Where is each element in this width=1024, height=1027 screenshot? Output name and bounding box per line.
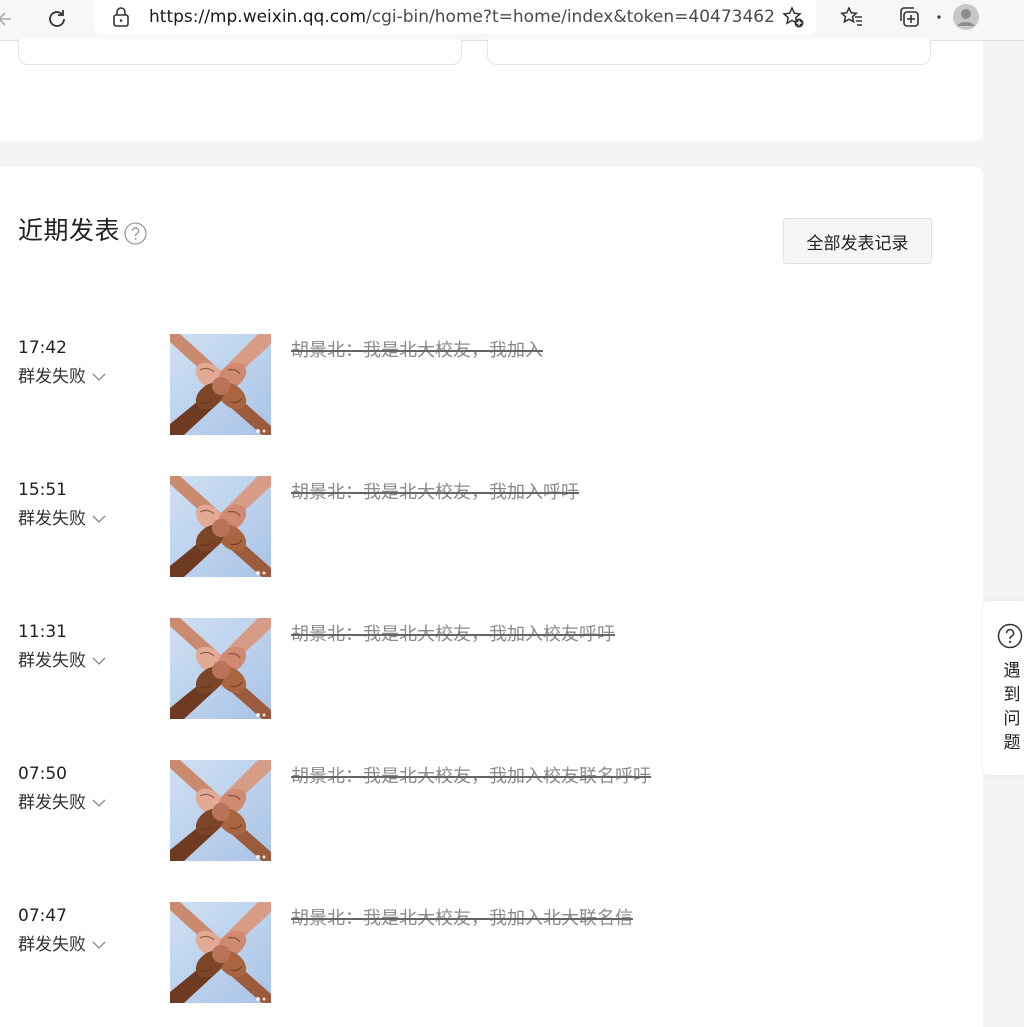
hands-image-icon <box>170 902 271 1003</box>
question-help-icon[interactable] <box>124 222 147 245</box>
post-thumbnail[interactable] <box>170 902 271 1003</box>
post-status-label: 群发失败 <box>18 509 86 529</box>
chevron-down-icon <box>92 940 106 950</box>
post-time: 15:51 <box>18 480 67 500</box>
side-help-widget[interactable]: 遇到问题 <box>983 601 1024 775</box>
post-thumbnail[interactable] <box>170 760 271 861</box>
lock-icon[interactable] <box>110 6 132 28</box>
post-status-label: 群发失败 <box>18 651 86 671</box>
favorites-icon[interactable] <box>838 3 866 31</box>
question-icon <box>997 623 1023 649</box>
hands-image-icon <box>170 476 271 577</box>
post-time: 11:31 <box>18 622 67 642</box>
url-path: /cgi-bin/home?t=home/index&token=4047346… <box>366 7 774 27</box>
back-arrow-icon[interactable] <box>0 4 22 34</box>
post-status-label: 群发失败 <box>18 367 86 387</box>
post-thumbnail[interactable] <box>170 476 271 577</box>
post-thumbnail[interactable] <box>170 334 271 435</box>
section-title: 近期发表 <box>18 216 121 245</box>
chevron-down-icon <box>92 514 106 524</box>
side-help-label: 遇到问题 <box>1003 661 1021 753</box>
url-text[interactable]: https://mp.weixin.qq.com/cgi-bin/home?t=… <box>149 6 774 28</box>
stat-card-left <box>18 39 462 65</box>
chevron-down-icon <box>92 656 106 666</box>
post-status-label: 群发失败 <box>18 935 86 955</box>
post-title[interactable]: 胡景北：我是北大校友，我加入 <box>291 339 543 363</box>
post-title[interactable]: 胡景北：我是北大校友，我加入呼吁 <box>291 481 579 505</box>
post-row-3: 11:31 群发失败 胡景北：我是北大校友，我加入校友呼吁 <box>0 618 983 728</box>
post-status-label: 群发失败 <box>18 793 86 813</box>
hands-image-icon <box>170 334 271 435</box>
all-records-button[interactable]: 全部发表记录 <box>783 218 932 264</box>
post-status-dropdown[interactable]: 群发失败 <box>18 650 106 672</box>
post-row-2: 15:51 群发失败 胡景北：我是北大校友，我加入呼吁 <box>0 476 983 586</box>
stat-card-right <box>487 39 931 65</box>
more-icon[interactable] <box>925 3 953 31</box>
chevron-down-icon <box>92 372 106 382</box>
hands-image-icon <box>170 760 271 861</box>
overview-panel <box>0 39 983 141</box>
collections-icon[interactable] <box>895 3 923 31</box>
post-title[interactable]: 胡景北：我是北大校友，我加入校友联名呼吁 <box>291 765 651 789</box>
browser-toolbar: https://mp.weixin.qq.com/cgi-bin/home?t=… <box>0 0 1024 41</box>
post-row-4: 07:50 群发失败 胡景北：我是北大校友，我加入校友联名呼吁 <box>0 760 983 870</box>
post-status-dropdown[interactable]: 群发失败 <box>18 508 106 530</box>
refresh-icon[interactable] <box>42 4 72 34</box>
post-status-dropdown[interactable]: 群发失败 <box>18 934 106 956</box>
post-thumbnail[interactable] <box>170 618 271 719</box>
post-title[interactable]: 胡景北：我是北大校友，我加入北大联名信 <box>291 907 633 931</box>
chevron-down-icon <box>92 798 106 808</box>
post-row-5: 07:47 群发失败 胡景北：我是北大校友，我加入北大联名信 <box>0 902 983 1012</box>
hands-image-icon <box>170 618 271 719</box>
profile-icon[interactable] <box>952 3 980 31</box>
post-time: 07:50 <box>18 764 67 784</box>
add-favorite-icon[interactable] <box>780 5 806 29</box>
url-host: https://mp.weixin.qq.com <box>149 7 367 27</box>
address-bar[interactable]: https://mp.weixin.qq.com/cgi-bin/home?t=… <box>94 0 816 34</box>
post-time: 17:42 <box>18 338 67 358</box>
post-status-dropdown[interactable]: 群发失败 <box>18 792 106 814</box>
post-time: 07:47 <box>18 906 67 926</box>
post-title[interactable]: 胡景北：我是北大校友，我加入校友呼吁 <box>291 623 615 647</box>
post-row-1: 17:42 群发失败 胡景北：我是北大校友，我加入 <box>0 334 983 444</box>
post-status-dropdown[interactable]: 群发失败 <box>18 366 106 388</box>
recent-posts-panel: 近期发表 全部发表记录 17:42 群发失败 胡景北：我是北大校友，我加入 15… <box>0 167 983 1027</box>
